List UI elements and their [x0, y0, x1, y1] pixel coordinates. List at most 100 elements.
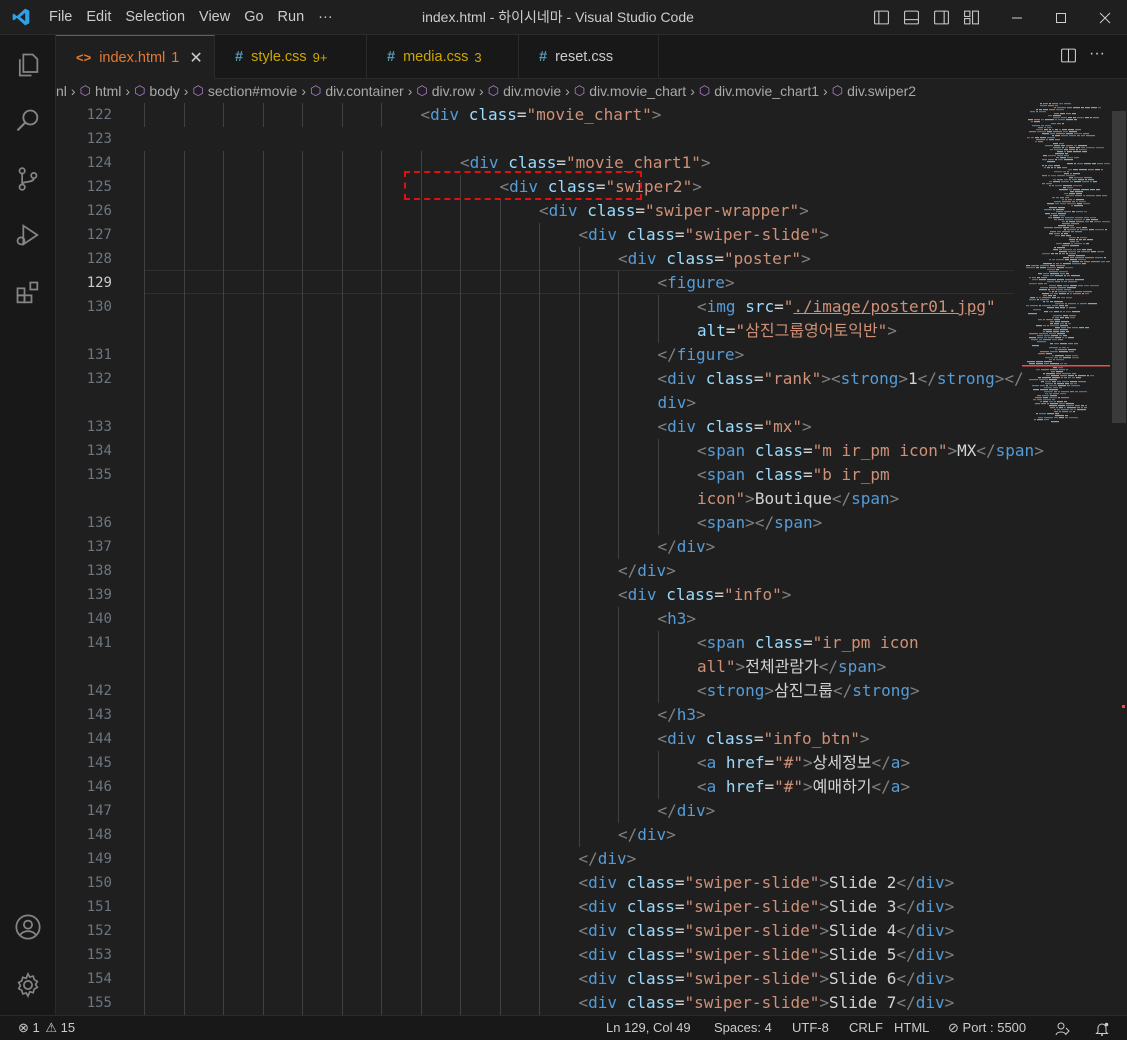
minimize-icon[interactable] — [995, 0, 1039, 35]
breadcrumb-item[interactable]: › ⬡ div.movie_chart1 — [686, 83, 819, 99]
tab-media-css[interactable]: # media.css 3 — [367, 35, 519, 79]
toggle-primary-sidebar-icon[interactable] — [866, 0, 896, 35]
notifications-bell-icon[interactable] — [1094, 1016, 1110, 1040]
code-token: </ — [618, 561, 638, 580]
toggle-panel-icon[interactable] — [896, 0, 926, 35]
indent-guide — [460, 751, 461, 775]
indent-guide — [420, 703, 422, 727]
close-window-icon[interactable] — [1083, 0, 1127, 35]
tab-index-html[interactable]: <> index.html 1 ✕ — [56, 35, 215, 79]
indent-guide — [420, 967, 422, 991]
extensions-icon[interactable] — [0, 269, 56, 317]
tab-label: media.css — [403, 49, 469, 65]
problem-count-badge: 1 — [171, 49, 180, 66]
indent-guide — [223, 199, 224, 223]
indent-guide — [341, 151, 343, 175]
run-and-debug-icon[interactable] — [0, 211, 56, 259]
source-control-icon[interactable] — [0, 155, 56, 203]
code-token: > — [887, 321, 897, 340]
breadcrumb-item[interactable]: › ⬡ section#movie — [180, 83, 298, 99]
maximize-icon[interactable] — [1039, 0, 1083, 35]
indent-guide — [539, 583, 540, 607]
indent-guide — [262, 583, 264, 607]
accounts-icon[interactable] — [0, 903, 56, 951]
indent-guide — [381, 439, 382, 463]
breadcrumb-label: div.movie — [503, 83, 562, 99]
code-editor[interactable]: 122 <div class="movie_chart"> 123 124 <div c… — [56, 103, 1127, 1015]
search-icon[interactable] — [0, 97, 56, 145]
close-tab-icon[interactable]: ✕ — [189, 48, 202, 68]
code-token: div — [915, 969, 945, 988]
indent-guide — [262, 895, 264, 919]
menu-item[interactable]: File — [42, 0, 79, 35]
scrollbar-thumb[interactable] — [1112, 111, 1126, 423]
indent-guide — [144, 271, 145, 295]
indent-guide — [144, 895, 145, 919]
menu-item[interactable]: Run — [271, 0, 312, 35]
breadcrumb-item[interactable]: › ⬡ div.movie — [475, 83, 561, 99]
indent-guide — [302, 823, 303, 847]
encoding[interactable]: UTF-8 — [792, 1016, 829, 1040]
indent-guide — [420, 223, 422, 247]
code-line: 151 <div class="swiper-slide">Slide 3</di… — [56, 895, 1127, 919]
indentation[interactable]: Spaces: 4 — [714, 1016, 772, 1040]
indent-guide — [618, 631, 619, 655]
code-line: 141 <span class="ir_pm icon — [56, 631, 1127, 655]
breadcrumb-item[interactable]: › ⬡ body — [121, 83, 179, 99]
indent-guide — [539, 751, 540, 775]
minimap[interactable] — [1022, 103, 1110, 1015]
code-token: > — [944, 945, 955, 964]
tab-style-css[interactable]: # style.css 9+ — [215, 35, 367, 79]
code-token: > — [898, 369, 909, 388]
accounts-status-icon[interactable] — [1055, 1016, 1071, 1040]
menu-item[interactable]: ··· — [311, 0, 340, 35]
indent-guide — [499, 559, 501, 583]
code-token: < — [697, 753, 707, 772]
indent-guide — [183, 247, 185, 271]
warning-icon: ⚠ — [45, 1020, 58, 1035]
warning-count: 15 — [60, 1020, 76, 1035]
menu-item[interactable]: Selection — [118, 0, 192, 35]
breadcrumb-item[interactable]: › ⬡ div.container — [297, 83, 403, 99]
indent-guide — [460, 247, 461, 271]
indent-guide — [578, 823, 580, 847]
cursor-position[interactable]: Ln 129, Col 49 — [606, 1016, 691, 1040]
more-actions-icon[interactable]: ··· — [1089, 45, 1105, 63]
breadcrumb-item[interactable]: nl — [56, 83, 67, 99]
breadcrumb-item[interactable]: › ⬡ html — [67, 83, 121, 99]
element-symbol-icon: ⬡ — [416, 83, 428, 98]
code-token: div — [637, 825, 667, 844]
line-ending[interactable]: CRLF — [849, 1016, 883, 1040]
indent-guide — [657, 463, 659, 487]
language-mode[interactable]: HTML — [894, 1016, 929, 1040]
code-text: <div class="swiper-slide"> — [579, 223, 830, 247]
line-number: 149 — [86, 851, 112, 867]
breadcrumb-item[interactable]: › ⬡ div.row — [404, 83, 475, 99]
split-editor-icon[interactable] — [1060, 47, 1077, 67]
code-text: </div> — [658, 535, 716, 559]
code-token: </ — [896, 945, 916, 964]
menu-item[interactable]: View — [192, 0, 237, 35]
breadcrumb-item[interactable]: › ⬡ div.swiper2 — [819, 83, 916, 99]
indent-guide — [341, 319, 343, 343]
code-text: </div> — [618, 559, 676, 583]
breadcrumb-item[interactable]: › ⬡ div.movie_chart — [561, 83, 686, 99]
explorer-icon[interactable] — [0, 41, 56, 89]
tab-reset-css[interactable]: # reset.css — [519, 35, 659, 79]
menu-item[interactable]: Edit — [79, 0, 118, 35]
code-text: alt="삼진그룹영어토익반"> — [697, 319, 897, 343]
problems-indicator[interactable]: ⊗ 1 ⚠ 15 — [18, 1016, 75, 1040]
live-server-port[interactable]: ⊘ Port : 5500 — [948, 1016, 1026, 1040]
indent-guide — [657, 319, 659, 343]
menu-item[interactable]: Go — [237, 0, 270, 35]
code-token: class — [587, 201, 636, 220]
manage-gear-icon[interactable] — [0, 961, 56, 1009]
code-token: "swiper-slide" — [684, 921, 820, 940]
indent-guide — [262, 487, 264, 511]
toggle-secondary-sidebar-icon[interactable] — [926, 0, 956, 35]
customize-layout-icon[interactable] — [956, 0, 986, 35]
indent-guide — [499, 631, 501, 655]
indent-guide — [499, 847, 501, 871]
